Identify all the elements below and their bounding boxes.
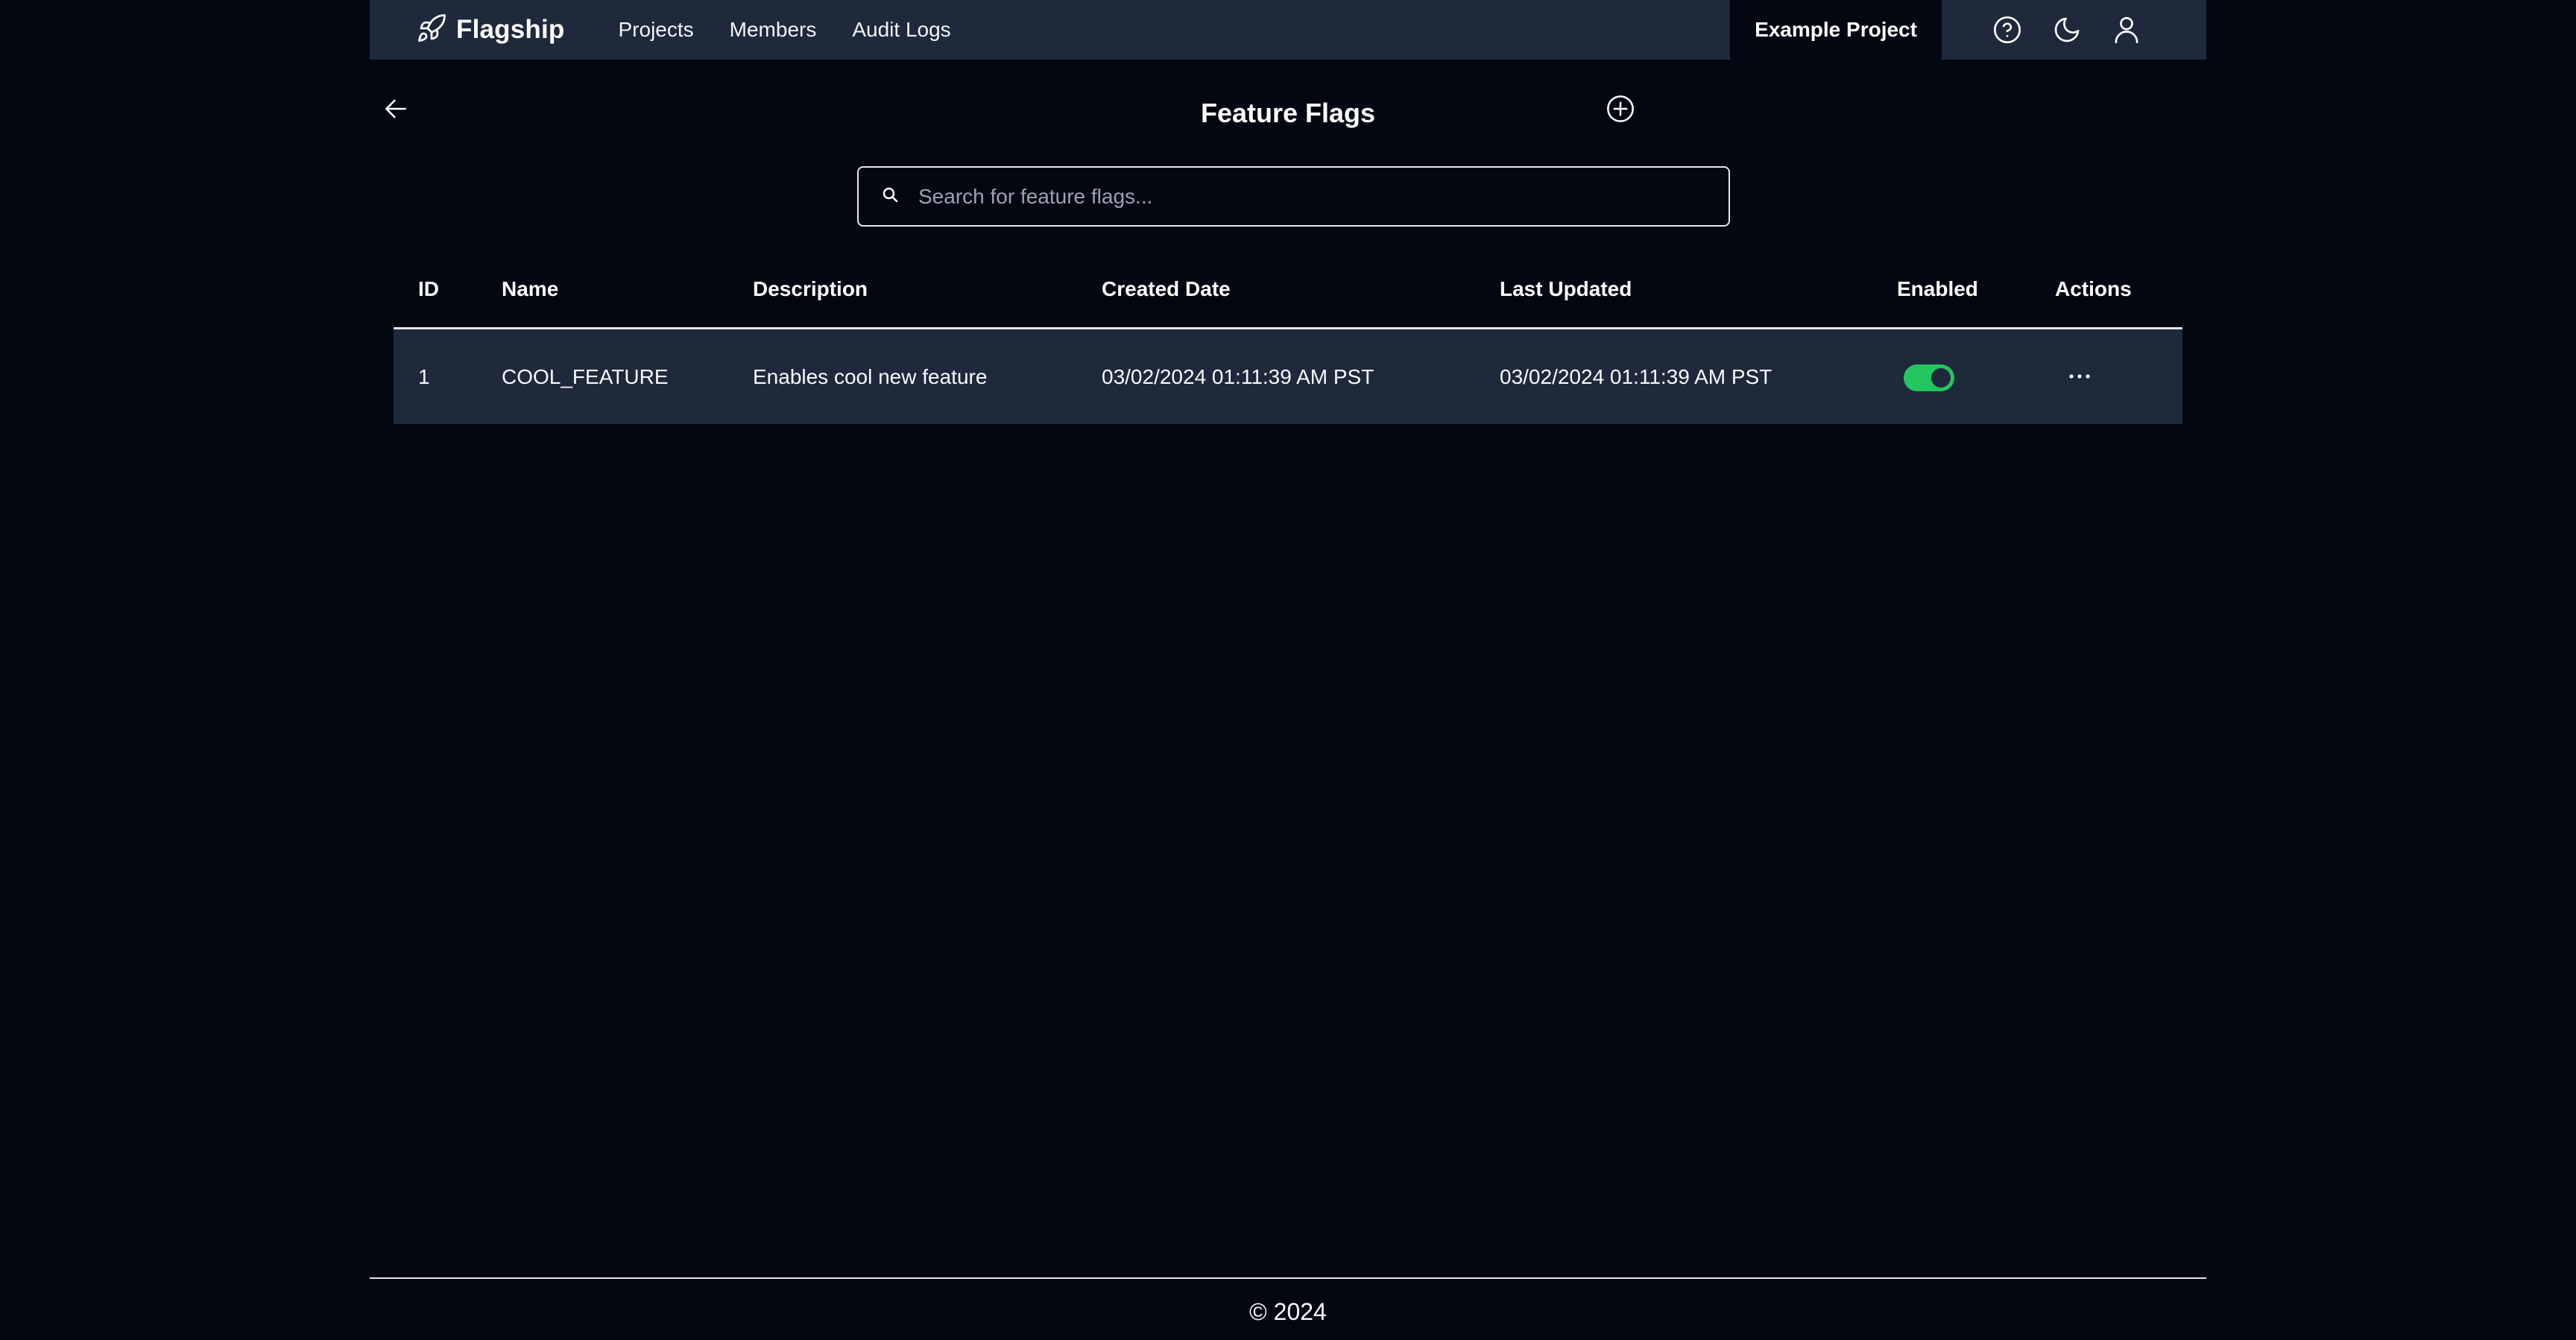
column-header-created-date: Created Date bbox=[1102, 277, 1231, 300]
brand[interactable]: Flagship bbox=[416, 0, 565, 60]
column-header-last-updated: Last Updated bbox=[1500, 277, 1632, 300]
column-header-id: ID bbox=[418, 277, 439, 300]
help-icon[interactable] bbox=[1991, 13, 2024, 46]
top-navbar: Flagship Projects Members Audit Logs Exa… bbox=[370, 0, 2206, 60]
nav-link-projects[interactable]: Projects bbox=[619, 18, 694, 42]
row-actions-button[interactable] bbox=[2063, 362, 2096, 392]
footer-copyright: © 2024 bbox=[1249, 1298, 1327, 1325]
arrow-left-icon bbox=[382, 95, 410, 127]
column-header-description: Description bbox=[753, 277, 868, 300]
nav-icons bbox=[1991, 0, 2143, 60]
table-header: ID Name Description Created Date Last Up… bbox=[394, 262, 2182, 329]
moon-icon[interactable] bbox=[2051, 13, 2083, 46]
column-header-actions: Actions bbox=[2055, 277, 2132, 300]
footer-divider bbox=[370, 1277, 2206, 1279]
user-icon[interactable] bbox=[2110, 13, 2143, 46]
cell-id: 1 bbox=[418, 365, 430, 388]
ellipsis-icon bbox=[2068, 370, 2092, 384]
enabled-toggle[interactable] bbox=[1904, 364, 1954, 391]
page-title: Feature Flags bbox=[1200, 98, 1376, 128]
column-header-name: Name bbox=[502, 277, 559, 300]
nav-links: Projects Members Audit Logs bbox=[619, 0, 951, 60]
cell-name: COOL_FEATURE bbox=[502, 365, 669, 388]
nav-link-audit-logs[interactable]: Audit Logs bbox=[852, 18, 950, 42]
current-project-button[interactable]: Example Project bbox=[1730, 0, 1942, 60]
table-row[interactable]: 1 COOL_FEATURE Enables cool new feature … bbox=[394, 329, 2182, 424]
cell-created-date: 03/02/2024 01:11:39 AM PST bbox=[1102, 365, 1374, 388]
cell-last-updated: 03/02/2024 01:11:39 AM PST bbox=[1500, 365, 1772, 388]
back-button[interactable] bbox=[379, 94, 412, 127]
plus-circle-icon bbox=[1606, 94, 1635, 127]
feature-flags-table: ID Name Description Created Date Last Up… bbox=[394, 262, 2182, 424]
search-icon bbox=[859, 186, 899, 207]
cell-description: Enables cool new feature bbox=[753, 365, 988, 388]
search-input[interactable] bbox=[917, 174, 1729, 219]
rocket-icon bbox=[416, 13, 447, 48]
column-header-enabled: Enabled bbox=[1897, 277, 1978, 300]
brand-name: Flagship bbox=[456, 15, 565, 44]
search-box bbox=[857, 166, 1730, 227]
nav-link-members[interactable]: Members bbox=[730, 18, 817, 42]
toggle-knob bbox=[1931, 368, 1951, 388]
add-feature-flag-button[interactable] bbox=[1604, 94, 1637, 127]
